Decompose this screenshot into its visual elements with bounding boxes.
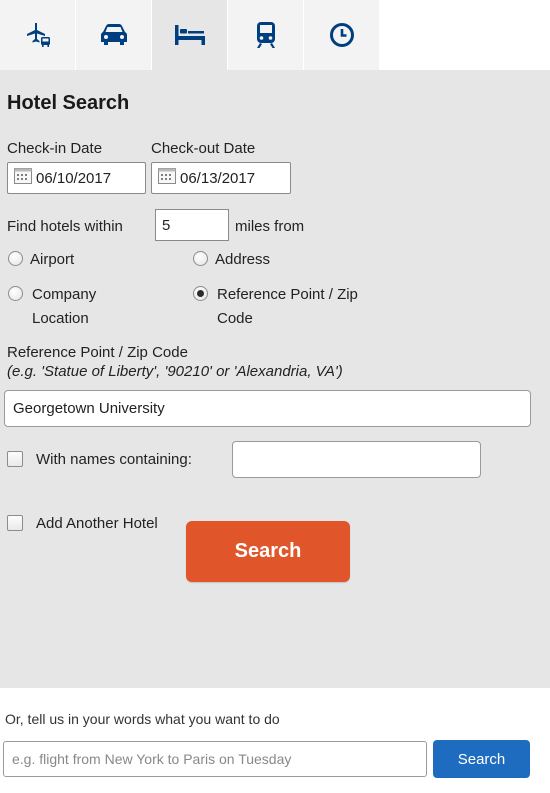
tab-train[interactable] bbox=[228, 0, 303, 70]
names-containing-label[interactable]: With names containing: bbox=[36, 451, 192, 468]
miles-from-label: miles from bbox=[235, 218, 305, 235]
tab-flight[interactable] bbox=[0, 0, 75, 70]
refpoint-label: Reference Point / Zip Code bbox=[7, 344, 188, 361]
radio-address-label[interactable]: Address bbox=[215, 251, 270, 268]
radio-airport[interactable] bbox=[8, 251, 23, 266]
radio-company-location[interactable] bbox=[8, 286, 23, 301]
checkin-label: Check-in Date bbox=[7, 140, 103, 157]
radio-airport-label[interactable]: Airport bbox=[30, 251, 74, 268]
radio-reference-point[interactable] bbox=[193, 286, 208, 301]
add-hotel-label[interactable]: Add Another Hotel bbox=[36, 515, 158, 532]
hotel-bed-icon bbox=[174, 24, 206, 46]
radio-company-label-line2[interactable]: Location bbox=[32, 310, 89, 327]
radio-refpoint-label-line2[interactable]: Code bbox=[217, 310, 253, 327]
tab-clock[interactable] bbox=[304, 0, 379, 70]
names-containing-input[interactable] bbox=[232, 441, 481, 478]
tab-car[interactable] bbox=[76, 0, 151, 70]
train-icon bbox=[255, 21, 277, 49]
checkin-date-field[interactable] bbox=[7, 162, 146, 194]
distance-input[interactable] bbox=[155, 209, 229, 241]
calendar-icon[interactable] bbox=[158, 168, 180, 188]
names-containing-checkbox[interactable] bbox=[7, 451, 23, 467]
travel-type-tabs bbox=[0, 0, 380, 70]
add-hotel-checkbox[interactable] bbox=[7, 515, 23, 531]
hotel-search-button[interactable]: Search bbox=[186, 521, 350, 582]
calendar-icon[interactable] bbox=[14, 168, 36, 188]
natural-language-search-button[interactable]: Search bbox=[433, 740, 530, 778]
natural-language-input[interactable] bbox=[3, 741, 427, 777]
natural-language-label: Or, tell us in your words what you want … bbox=[5, 711, 280, 727]
radio-refpoint-label-line1[interactable]: Reference Point / Zip bbox=[217, 286, 358, 303]
checkin-date-input[interactable] bbox=[36, 169, 136, 187]
checkout-date-input[interactable] bbox=[180, 169, 280, 187]
radio-company-label-line1[interactable]: Company bbox=[32, 286, 96, 303]
car-icon bbox=[100, 23, 128, 47]
page-title: Hotel Search bbox=[7, 92, 130, 114]
refpoint-input[interactable] bbox=[4, 390, 531, 427]
hotel-search-panel: Hotel Search Check-in Date Check-out Dat… bbox=[0, 70, 550, 688]
checkout-label: Check-out Date bbox=[151, 140, 256, 157]
radio-address[interactable] bbox=[193, 251, 208, 266]
within-label: Find hotels within bbox=[7, 218, 123, 235]
flight-icon bbox=[24, 22, 52, 48]
clock-icon bbox=[329, 22, 355, 48]
tab-hotel[interactable] bbox=[152, 0, 227, 70]
refpoint-example: (e.g. 'Statue of Liberty', '90210' or 'A… bbox=[7, 363, 343, 380]
checkout-date-field[interactable] bbox=[151, 162, 291, 194]
